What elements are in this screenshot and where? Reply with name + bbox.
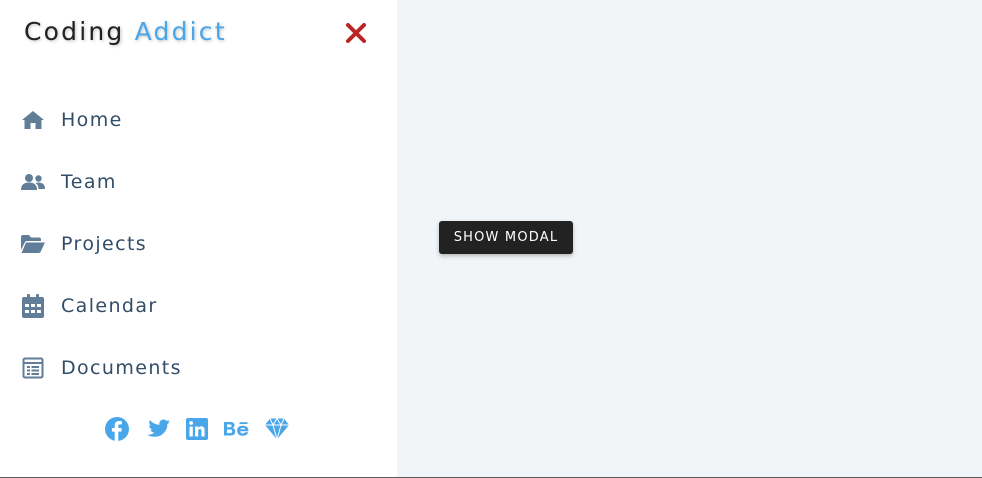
twitter-link[interactable] <box>144 416 170 442</box>
folder-open-icon <box>21 232 45 256</box>
nav-label-calendar: Calendar <box>61 295 158 317</box>
calendar-icon <box>21 294 45 318</box>
nav-item-home[interactable]: Home <box>21 105 123 135</box>
nav-label-team: Team <box>61 171 117 193</box>
twitter-icon <box>146 419 170 437</box>
nav-item-calendar[interactable]: Calendar <box>21 291 158 321</box>
nav-label-documents: Documents <box>61 357 182 379</box>
close-x-icon <box>346 23 366 43</box>
facebook-link[interactable] <box>104 416 130 442</box>
show-modal-button[interactable]: show modal <box>439 221 573 254</box>
logo-text-coding: Coding <box>24 17 125 46</box>
logo-text-addict: Addict <box>134 17 227 46</box>
nav-item-team[interactable]: Team <box>21 167 117 197</box>
nav-label-projects: Projects <box>61 233 148 255</box>
behance-icon <box>224 422 249 436</box>
users-icon <box>21 170 45 194</box>
linkedin-icon <box>186 418 208 440</box>
nav-label-home: Home <box>61 109 123 131</box>
app: Coding Addict Home Team Projects Calenda… <box>0 0 982 478</box>
home-icon <box>21 108 45 132</box>
nav-item-projects[interactable]: Projects <box>21 229 147 259</box>
sidebar: Coding Addict Home Team Projects Calenda… <box>0 0 397 477</box>
social-links <box>104 416 290 442</box>
logo: Coding Addict <box>24 17 227 46</box>
sketch-link[interactable] <box>264 416 290 442</box>
sketch-icon <box>265 418 289 440</box>
close-sidebar-button[interactable] <box>344 21 368 45</box>
linkedin-link[interactable] <box>184 416 210 442</box>
behance-link[interactable] <box>224 416 250 442</box>
nav-item-documents[interactable]: Documents <box>21 353 182 383</box>
facebook-icon <box>105 417 129 441</box>
documents-icon <box>21 356 45 380</box>
